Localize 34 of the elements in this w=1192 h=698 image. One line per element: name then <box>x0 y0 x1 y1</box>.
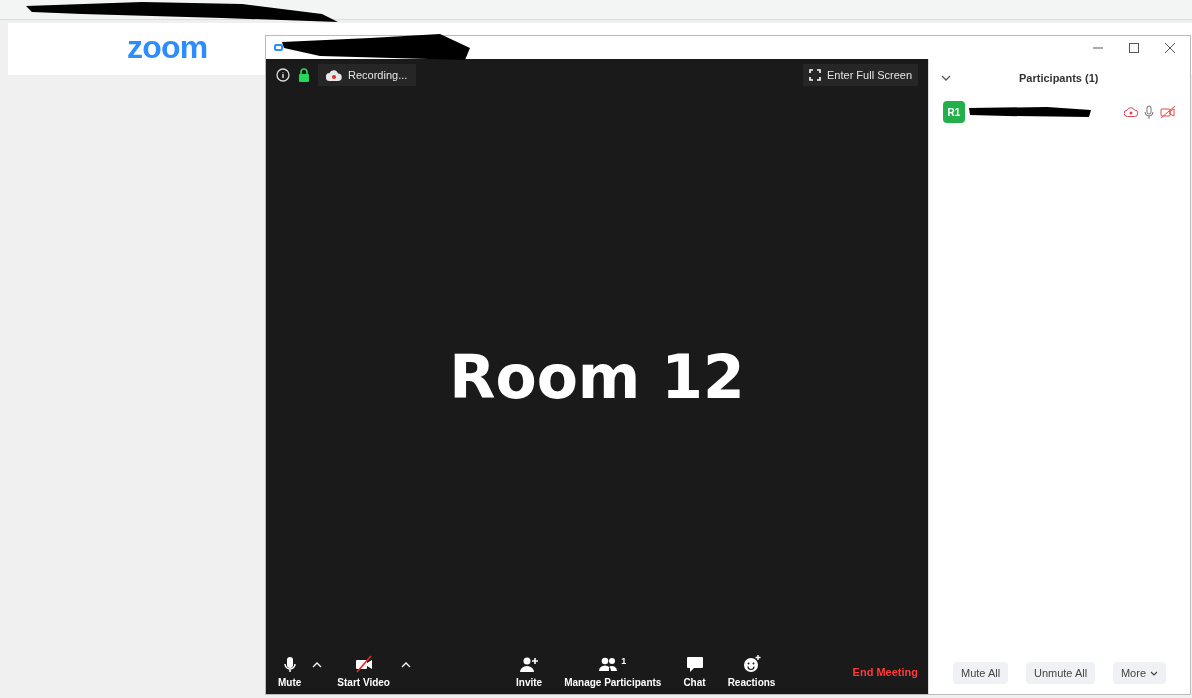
invite-button[interactable]: Invite <box>516 654 543 690</box>
participant-count: 1 <box>621 654 627 668</box>
info-icon[interactable] <box>276 68 290 82</box>
recording-indicator[interactable]: Recording... <box>318 64 416 86</box>
caret-icon <box>312 661 323 668</box>
room-label: Room 12 <box>449 340 745 414</box>
expand-icon <box>809 69 821 81</box>
mute-button[interactable]: Mute <box>278 654 302 690</box>
more-button[interactable]: More <box>1112 662 1166 684</box>
lock-icon[interactable] <box>298 68 310 82</box>
caret-icon <box>400 661 411 668</box>
participants-button[interactable]: 1 Manage Participants <box>564 654 662 690</box>
chat-button[interactable]: Chat <box>683 654 706 690</box>
chevron-down-icon <box>1150 670 1158 676</box>
smiley-icon <box>742 654 761 673</box>
mute-all-button[interactable]: Mute All <box>953 662 1009 684</box>
cloud-recording-icon <box>1124 107 1138 117</box>
collapse-chevron-icon[interactable] <box>941 75 951 81</box>
microphone-icon[interactable] <box>1144 105 1154 119</box>
unmute-all-button[interactable]: Unmute All <box>1025 662 1096 684</box>
cloud-recording-icon <box>326 69 342 81</box>
chat-bubble-icon <box>685 654 704 673</box>
maximize-icon <box>1128 41 1140 54</box>
participant-avatar: R1 <box>943 101 965 123</box>
video-off-icon[interactable] <box>1160 105 1176 119</box>
video-off-icon <box>354 654 373 673</box>
reactions-button[interactable]: Reactions <box>727 654 776 690</box>
close-icon <box>1164 41 1176 54</box>
panel-title: Participants (1) <box>1019 70 1099 86</box>
start-video-button[interactable]: Start Video <box>337 654 390 690</box>
zoom-logo: zoom <box>127 28 208 67</box>
end-meeting-button[interactable]: End Meeting <box>852 663 918 681</box>
recording-label: Recording... <box>348 67 408 83</box>
full-screen-button[interactable]: Enter Full Screen <box>803 64 918 86</box>
